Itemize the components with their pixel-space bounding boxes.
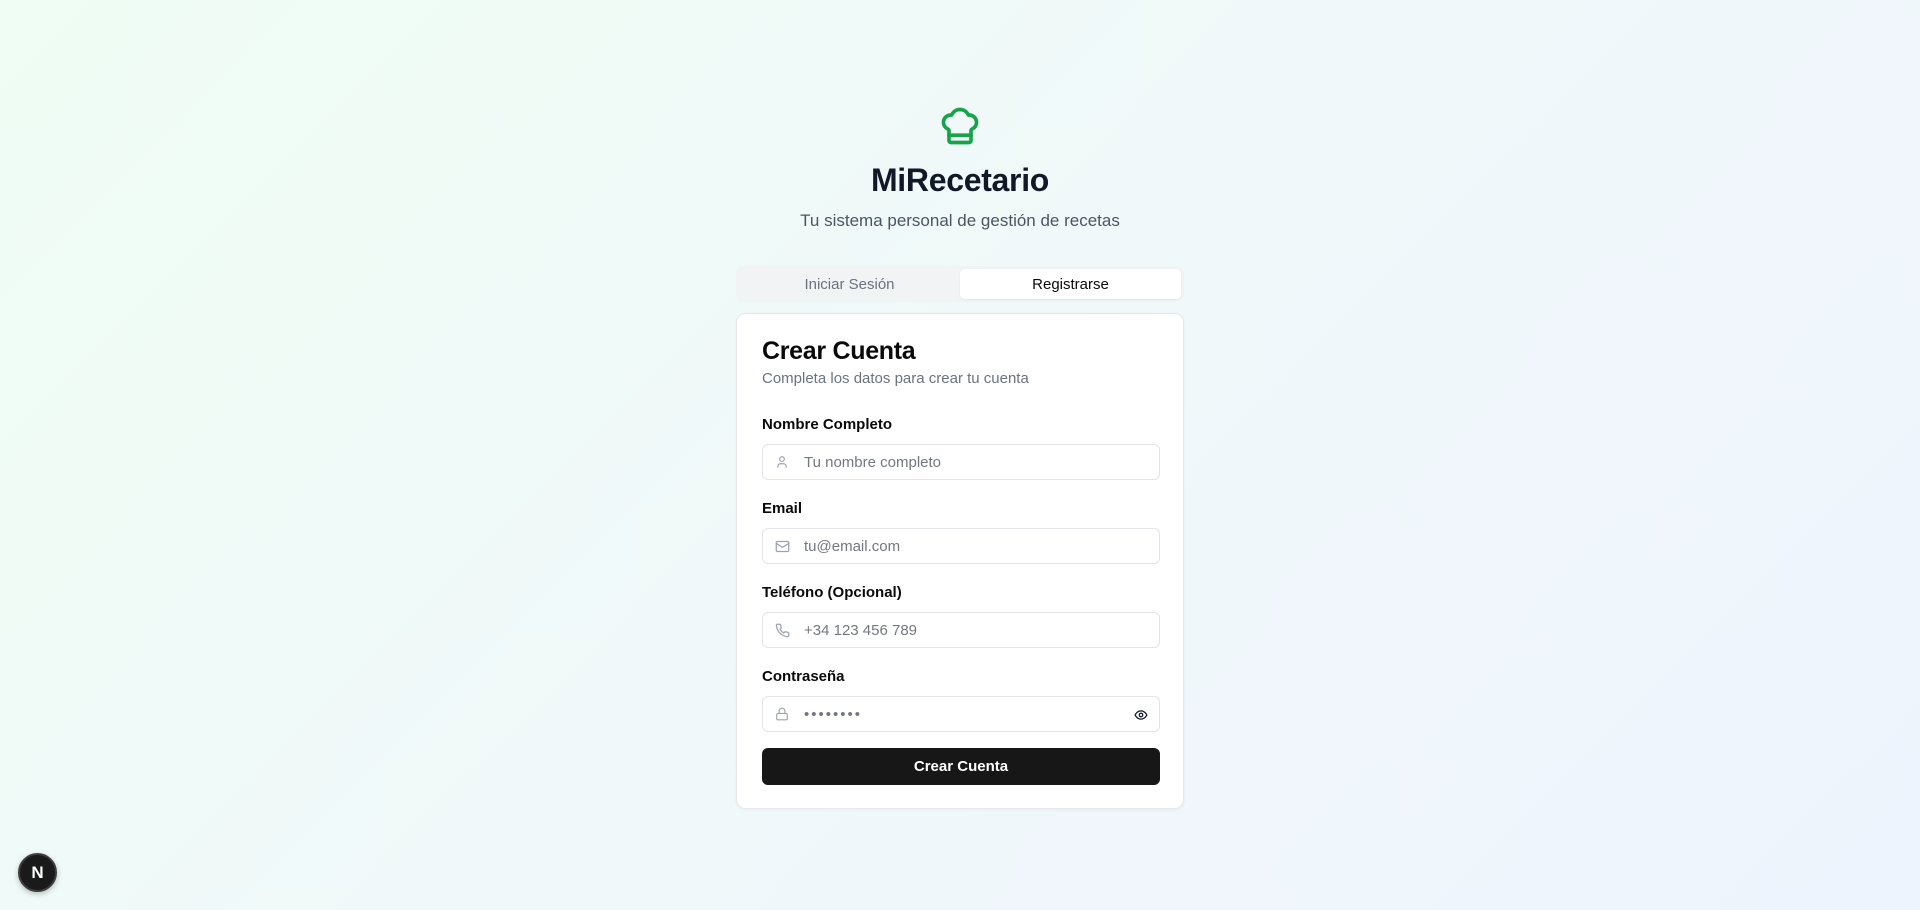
user-icon [774, 454, 790, 470]
create-account-button[interactable]: Crear Cuenta [762, 748, 1160, 785]
app-subtitle: Tu sistema personal de gestión de receta… [800, 211, 1120, 230]
name-field-wrapper [762, 444, 1160, 480]
phone-label: Teléfono (Opcional) [762, 584, 902, 601]
name-label: Nombre Completo [762, 416, 893, 433]
phone-icon [774, 622, 790, 638]
auth-tabs: Iniciar Sesión Registrarse [736, 266, 1184, 302]
password-field-wrapper [762, 696, 1160, 732]
register-card: Crear Cuenta Completa los datos para cre… [736, 313, 1184, 809]
chef-hat-icon [935, 101, 985, 151]
tab-register[interactable]: Registrarse [960, 269, 1181, 299]
email-field-wrapper [762, 528, 1160, 564]
lock-icon [774, 706, 790, 722]
email-input[interactable] [804, 531, 1124, 561]
dev-tools-badge[interactable]: N [18, 853, 57, 892]
password-label: Contraseña [762, 668, 845, 685]
card-title: Crear Cuenta [762, 337, 916, 365]
phone-input[interactable] [804, 615, 1124, 645]
tab-login[interactable]: Iniciar Sesión [739, 269, 960, 299]
card-description: Completa los datos para crear tu cuenta [762, 370, 1029, 387]
eye-icon[interactable] [1133, 707, 1149, 723]
name-input[interactable] [804, 447, 1124, 477]
email-label: Email [762, 500, 803, 517]
phone-field-wrapper [762, 612, 1160, 648]
password-input[interactable] [804, 699, 1124, 729]
mail-icon [774, 538, 790, 554]
app-title: MiRecetario [870, 162, 1050, 198]
